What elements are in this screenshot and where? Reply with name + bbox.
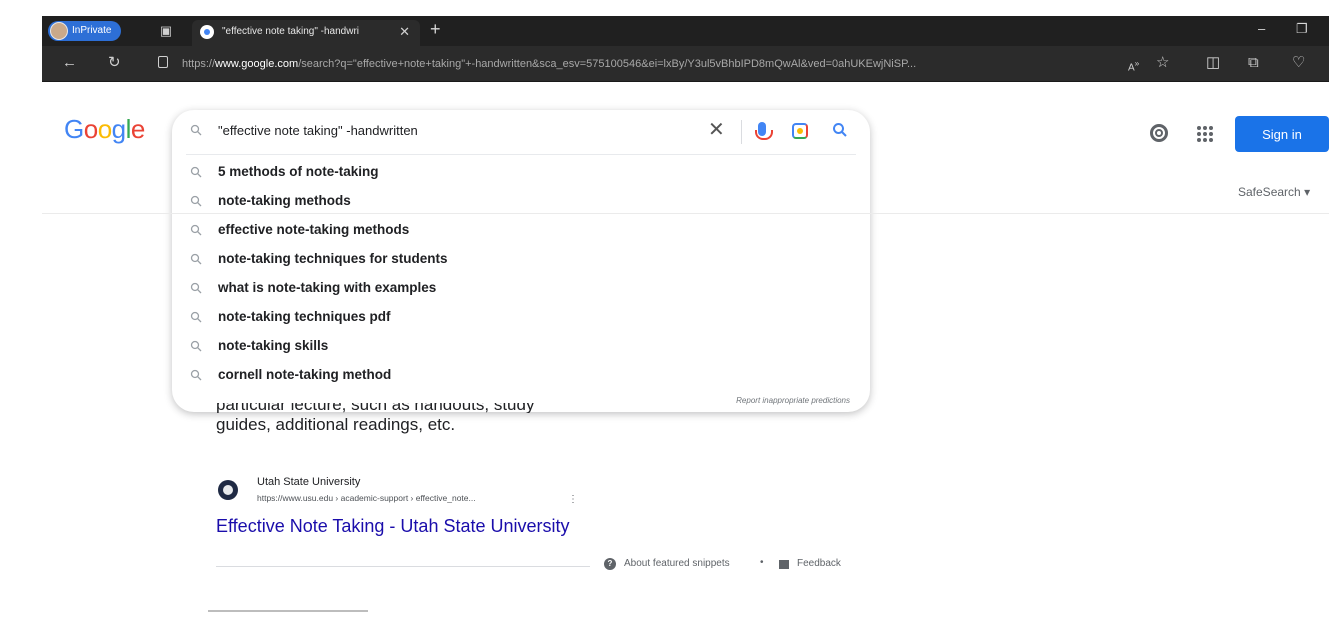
inprivate-label: InPrivate bbox=[72, 25, 112, 36]
search-divider bbox=[741, 120, 742, 144]
suggestion-item[interactable]: effective note-taking methods bbox=[172, 216, 870, 245]
lock-icon[interactable] bbox=[158, 56, 168, 68]
feedback-link[interactable]: Feedback bbox=[797, 558, 841, 569]
search-icon bbox=[190, 340, 202, 352]
browser-tab-bar: InPrivate ▣ "effective note taking" -han… bbox=[42, 16, 1329, 46]
url-path: /search?q="effective+note+taking"+-handw… bbox=[298, 58, 917, 70]
new-tab-icon[interactable]: + bbox=[430, 19, 441, 40]
extensions-icon[interactable]: ♡ bbox=[1292, 55, 1305, 71]
suggestion-text: 5 methods of note-taking bbox=[218, 164, 379, 179]
header-divider bbox=[42, 213, 1329, 214]
search-submit-icon[interactable] bbox=[832, 122, 848, 138]
clear-search-icon[interactable]: ✕ bbox=[708, 120, 725, 140]
google-logo[interactable]: Google bbox=[64, 114, 145, 145]
logo-letter: o bbox=[97, 114, 112, 144]
search-input[interactable] bbox=[218, 123, 698, 138]
voice-search-icon[interactable] bbox=[755, 122, 773, 140]
featured-snippet-text: particular lecture, such as handouts, st… bbox=[216, 403, 596, 437]
search-icon bbox=[190, 282, 202, 294]
search-icon bbox=[190, 253, 202, 265]
suggestion-text: what is note-taking with examples bbox=[218, 280, 437, 295]
url-scheme: https:// bbox=[182, 58, 216, 70]
suggestion-item[interactable]: note-taking skills bbox=[172, 332, 870, 361]
about-featured-snippets-link[interactable]: About featured snippets bbox=[624, 558, 730, 569]
address-bar[interactable]: https://www.google.com/search?q="effecti… bbox=[182, 51, 1102, 77]
back-icon[interactable]: ← bbox=[62, 55, 77, 71]
restore-icon[interactable]: ❐ bbox=[1296, 21, 1308, 37]
suggestion-divider bbox=[186, 154, 856, 155]
snippet-partial-line: particular lecture, such as handouts, st… bbox=[216, 403, 535, 413]
logo-letter: g bbox=[111, 114, 126, 144]
logo-letter: o bbox=[83, 114, 98, 144]
suggestion-item[interactable]: 5 methods of note-taking bbox=[172, 158, 870, 187]
url-host: www.google.com bbox=[215, 58, 299, 70]
tab-title: "effective note taking" -handwri bbox=[222, 26, 359, 37]
search-icon bbox=[190, 166, 202, 178]
split-screen-icon[interactable]: ◫ bbox=[1206, 55, 1220, 71]
suggestion-text: note-taking skills bbox=[218, 338, 329, 353]
next-section-heading bbox=[208, 610, 384, 619]
safesearch-label: SafeSearch bbox=[1238, 185, 1301, 199]
snippet-footer-divider bbox=[216, 566, 590, 567]
search-icon bbox=[190, 311, 202, 323]
google-favicon-icon bbox=[200, 25, 214, 39]
suggestion-text: note-taking techniques for students bbox=[218, 251, 448, 266]
profile-avatar bbox=[50, 22, 68, 40]
suggestion-text: effective note-taking methods bbox=[218, 222, 410, 237]
search-icon bbox=[190, 224, 202, 236]
safesearch-dropdown[interactable]: SafeSearch ▾ bbox=[1238, 185, 1310, 199]
help-icon: ? bbox=[604, 558, 616, 570]
favorites-icon[interactable]: ☆ bbox=[1156, 55, 1169, 71]
report-predictions-link[interactable]: Report inappropriate predictions bbox=[736, 396, 850, 405]
refresh-icon[interactable]: ↻ bbox=[108, 55, 121, 71]
suggestion-text: note-taking techniques pdf bbox=[218, 309, 391, 324]
source-url: https://www.usu.edu › academic-support ›… bbox=[257, 493, 476, 503]
read-aloud-icon[interactable]: A» bbox=[1128, 55, 1139, 76]
apps-grid-icon[interactable] bbox=[1197, 126, 1213, 142]
google-lens-icon[interactable] bbox=[792, 123, 808, 139]
suggestion-item[interactable]: note-taking techniques pdf bbox=[172, 303, 870, 332]
suggestion-item[interactable]: cornell note-taking method bbox=[172, 361, 870, 390]
logo-letter: G bbox=[64, 114, 84, 144]
suggestion-text: cornell note-taking method bbox=[218, 367, 392, 382]
search-icon bbox=[190, 369, 202, 381]
settings-gear-icon[interactable] bbox=[1150, 124, 1168, 142]
suggestion-item[interactable]: note-taking techniques for students bbox=[172, 245, 870, 274]
sign-in-button[interactable]: Sign in bbox=[1235, 116, 1329, 152]
suggestion-item[interactable]: what is note-taking with examples bbox=[172, 274, 870, 303]
search-input-row: ✕ bbox=[172, 110, 870, 154]
tab-google-search[interactable]: "effective note taking" -handwri ✕ bbox=[192, 20, 420, 46]
search-icon bbox=[190, 124, 202, 136]
search-box: ✕ 5 methods of note-taking note-taking m… bbox=[172, 110, 870, 412]
collections-icon[interactable]: ⧉ bbox=[1248, 55, 1259, 71]
feedback-icon bbox=[779, 560, 789, 569]
more-options-icon[interactable]: ⋮ bbox=[568, 494, 578, 505]
usu-favicon-icon bbox=[218, 480, 238, 500]
dropdown-arrow-icon: ▾ bbox=[1304, 185, 1311, 199]
source-name: Utah State University bbox=[257, 476, 361, 488]
separator-dot: • bbox=[760, 557, 764, 568]
minimize-icon[interactable]: – bbox=[1258, 21, 1265, 36]
close-tab-icon[interactable]: ✕ bbox=[399, 24, 410, 40]
logo-letter: e bbox=[130, 114, 145, 144]
search-icon bbox=[190, 195, 202, 207]
suggestion-item[interactable]: note-taking methods bbox=[172, 187, 870, 216]
result-title-link[interactable]: Effective Note Taking - Utah State Unive… bbox=[216, 516, 570, 537]
inprivate-badge[interactable]: InPrivate bbox=[48, 21, 122, 41]
snippet-line: guides, additional readings, etc. bbox=[216, 415, 456, 434]
suggestion-text: note-taking methods bbox=[218, 193, 351, 208]
browser-nav-bar: ← ↻ https://www.google.com/search?q="eff… bbox=[42, 46, 1329, 82]
tab-actions-icon[interactable]: ▣ bbox=[158, 23, 174, 39]
